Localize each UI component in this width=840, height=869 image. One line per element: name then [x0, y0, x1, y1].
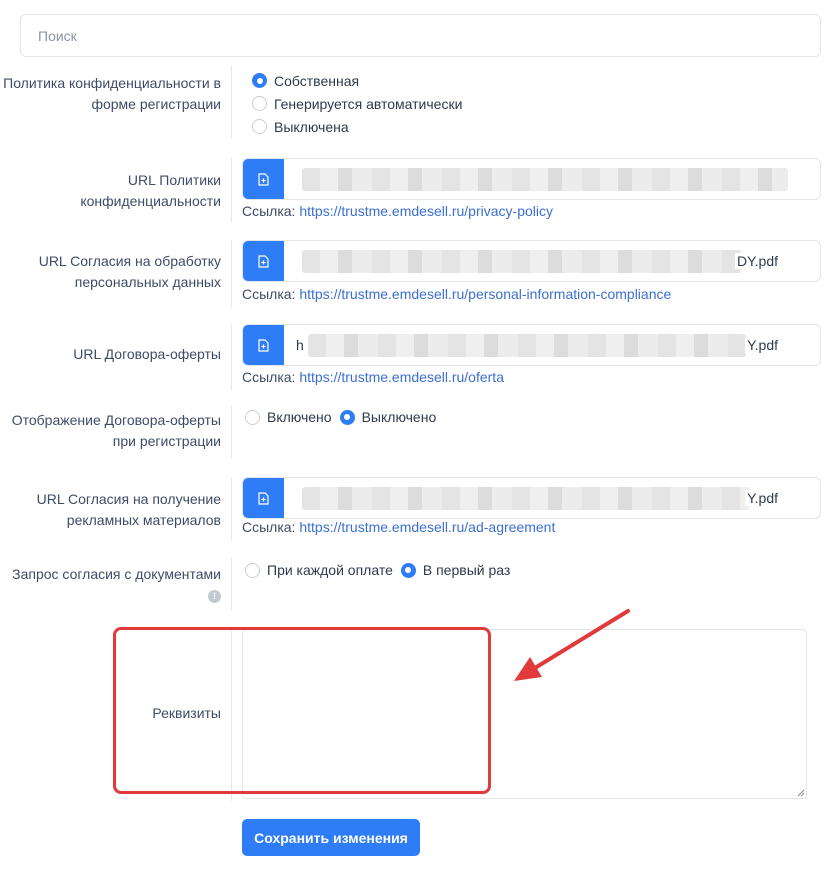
upload-file-button[interactable]	[243, 325, 284, 365]
ads-url-label: URL Согласия на получение рекламных мате…	[36, 491, 221, 528]
ads-url-field[interactable]: Y.pdf	[242, 477, 821, 519]
offer-url-link[interactable]: https://trustme.emdesell.ru/oferta	[299, 369, 504, 385]
redacted-value	[302, 487, 750, 510]
radio-dot	[245, 562, 260, 578]
divider	[231, 406, 232, 458]
divider	[231, 158, 232, 222]
personal-data-url-field[interactable]: DY.pdf	[242, 240, 821, 282]
divider	[231, 558, 232, 610]
ads-url-value[interactable]: Y.pdf	[284, 478, 820, 518]
upload-file-button[interactable]	[243, 241, 284, 281]
personal-data-url-value[interactable]: DY.pdf	[284, 241, 820, 281]
offer-display-radios: Включено Выключено	[245, 407, 444, 427]
radio-dot-selected	[252, 73, 267, 88]
radio-on[interactable]: Включено	[245, 407, 332, 427]
consent-request-label: Запрос согласия с документами!	[12, 566, 221, 603]
personal-data-url-link[interactable]: https://trustme.emdesell.ru/personal-inf…	[299, 286, 671, 302]
radio-auto[interactable]: Генерируется автоматически	[252, 92, 462, 115]
ads-url-link-line: Ссылка: https://trustme.emdesell.ru/ad-a…	[242, 519, 556, 535]
file-plus-icon	[258, 254, 269, 268]
file-plus-icon	[258, 338, 269, 352]
offer-url-label: URL Договора-оферты	[73, 346, 221, 362]
privacy-url-value[interactable]	[284, 159, 820, 199]
radio-first-time[interactable]: В первый раз	[400, 560, 510, 580]
privacy-url-link[interactable]: https://trustme.emdesell.ru/privacy-poli…	[299, 203, 553, 219]
offer-display-label: Отображение Договора-оферты при регистра…	[11, 412, 221, 449]
personal-data-url-label: URL Согласия на обработку персональных д…	[38, 253, 221, 290]
divider	[231, 66, 232, 138]
save-changes-button[interactable]: Сохранить изменения	[242, 819, 420, 856]
file-plus-icon	[258, 491, 269, 505]
radio-each-payment[interactable]: При каждой оплате	[245, 560, 393, 580]
radio-dot	[252, 119, 267, 134]
upload-file-button[interactable]	[243, 159, 284, 199]
radio-dot	[245, 409, 260, 425]
consent-request-radios: При каждой оплате В первый раз	[245, 560, 518, 580]
radio-own[interactable]: Собственная	[252, 69, 462, 92]
search-box[interactable]	[20, 14, 821, 57]
radio-dot-selected	[339, 409, 355, 425]
personal-data-url-link-line: Ссылка: https://trustme.emdesell.ru/pers…	[242, 286, 672, 302]
radio-off[interactable]: Выключено	[339, 407, 436, 427]
resize-grip-icon[interactable]	[797, 789, 805, 797]
offer-url-link-line: Ссылка: https://trustme.emdesell.ru/ofer…	[242, 369, 504, 385]
upload-file-button[interactable]	[243, 478, 284, 518]
divider	[231, 240, 232, 308]
offer-url-field[interactable]: h Y.pdf	[242, 324, 821, 366]
divider	[231, 477, 232, 541]
search-input[interactable]	[21, 15, 820, 56]
redacted-value	[302, 168, 788, 191]
offer-url-value[interactable]: h Y.pdf	[284, 325, 820, 365]
redacted-value	[308, 334, 746, 357]
privacy-url-label: URL Политики конфиденциальности	[80, 172, 221, 209]
privacy-policy-label: Политика конфиденциальности в форме реги…	[3, 75, 221, 112]
info-icon[interactable]: !	[208, 589, 221, 603]
radio-dot	[252, 96, 267, 111]
ads-url-link[interactable]: https://trustme.emdesell.ru/ad-agreement	[299, 519, 555, 535]
privacy-policy-radios: Собственная Генерируется автоматически В…	[252, 69, 462, 138]
privacy-url-link-line: Ссылка: https://trustme.emdesell.ru/priv…	[242, 203, 553, 219]
file-plus-icon	[258, 172, 269, 186]
radio-off[interactable]: Выключена	[252, 115, 462, 138]
annotation-highlight-box	[113, 627, 491, 794]
divider	[231, 324, 232, 390]
privacy-url-field[interactable]	[242, 158, 821, 200]
redacted-value	[302, 250, 742, 273]
radio-dot-selected	[400, 562, 416, 578]
